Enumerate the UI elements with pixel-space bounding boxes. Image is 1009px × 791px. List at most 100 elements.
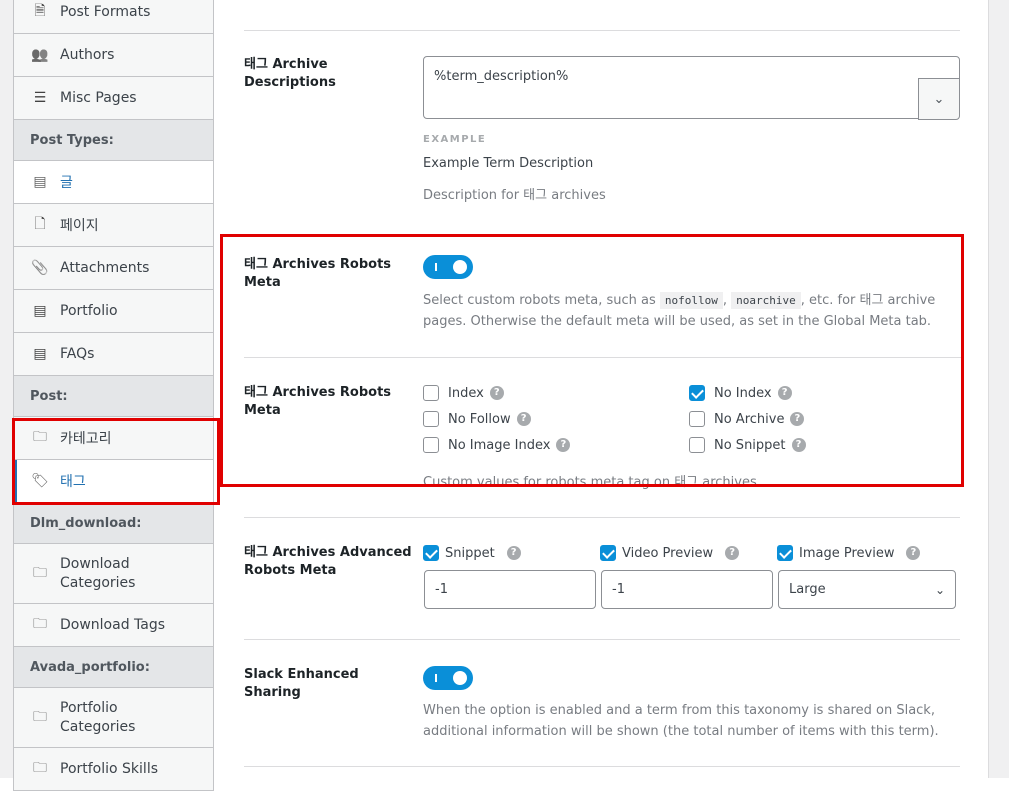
checkbox[interactable] <box>423 385 439 401</box>
image-preview-checkbox[interactable]: Image Preview? <box>777 545 921 561</box>
help-icon: ? <box>506 546 521 560</box>
advanced-label: 태그 Archives Advanced Robots Meta <box>244 545 412 578</box>
document-icon: ▤ <box>33 303 47 319</box>
help-icon[interactable]: ? <box>489 386 504 400</box>
help-icon[interactable]: ? <box>556 438 571 452</box>
robots-meta-label: 태그 Archives Robots Meta <box>244 385 392 418</box>
robots-option-checkbox[interactable]: No Snippet? <box>689 437 806 453</box>
sidebar-item-label: 태그 <box>60 474 86 490</box>
robots-option-checkbox[interactable]: No Archive? <box>689 411 805 427</box>
sidebar-item[interactable]: 🗋 페이지 <box>14 204 213 247</box>
example-heading: EXAMPLE <box>423 134 487 145</box>
section-label: Post Types: <box>30 132 114 148</box>
sidebar-section-header: Avada_portfolio: <box>14 647 213 688</box>
divider <box>244 30 960 31</box>
post-format-icon: 🗎 <box>34 3 46 19</box>
slack-help: When the option is enabled and a term fr… <box>423 703 939 739</box>
archive-desc-label: 태그 Archive Descriptions <box>244 57 336 90</box>
scrollbar[interactable] <box>988 0 1009 778</box>
archive-desc-input[interactable]: %term_description% ⌄ <box>423 56 960 120</box>
tag-icon: 🏷 <box>31 473 49 489</box>
sidebar-item[interactable]: ☰ Misc Pages <box>14 77 213 120</box>
folder-icon: 🗀 <box>33 760 47 776</box>
archive-desc-value: %term_description% <box>434 69 569 84</box>
sidebar-item-label: Portfolio <box>60 303 118 319</box>
slack-label: Slack Enhanced Sharing <box>244 667 359 700</box>
sidebar-item[interactable]: 🗀 Download Categories <box>14 544 213 604</box>
help-icon: ? <box>906 546 921 560</box>
image-preview-select[interactable]: Large ⌄ <box>778 570 956 609</box>
sidebar-section-header: Post Types: <box>14 120 213 161</box>
paperclip-icon: 📎 <box>31 260 49 276</box>
folder-icon: 🗀 <box>33 616 47 632</box>
sidebar-item[interactable]: 🗀 카테고리 <box>14 417 213 460</box>
sidebar-item[interactable]: ▤ Portfolio <box>14 290 213 333</box>
code-nofollow: nofollow <box>659 292 723 309</box>
robots-option-checkbox[interactable]: No Index? <box>689 385 792 401</box>
chevron-down-icon: ⌄ <box>934 582 945 597</box>
video-preview-checkbox[interactable]: Video Preview? <box>600 545 740 561</box>
sidebar-item-label: 글 <box>60 175 73 191</box>
divider <box>244 357 962 358</box>
sidebar-item-label: Download Tags <box>60 617 166 633</box>
code-noarchive: noarchive <box>731 292 801 309</box>
chevron-down-icon[interactable]: ⌄ <box>918 78 960 120</box>
sidebar-item-label: Portfolio Categories <box>60 699 136 735</box>
folder-icon: 🗀 <box>33 708 47 725</box>
checkbox[interactable] <box>689 411 705 427</box>
sidebar-item[interactable]: 🏷 태그 <box>14 460 213 503</box>
sidebar-item-label: Attachments <box>60 260 150 276</box>
folder-icon: 🗀 <box>33 429 47 445</box>
sidebar-section-header: Post: <box>14 376 213 417</box>
sidebar-item[interactable]: ▤ FAQs <box>14 333 213 376</box>
sidebar-item-label: Portfolio Skills <box>60 761 158 777</box>
example-text: Example Term Description <box>423 156 594 171</box>
robots-toggle-help: Select custom robots meta, such as nofol… <box>423 292 936 329</box>
sidebar-item-label: Authors <box>60 47 115 63</box>
robots-meta-help: Custom values for robots meta tag on 태그 … <box>423 475 761 490</box>
folder-icon: 🗀 <box>33 564 47 581</box>
checkbox[interactable] <box>423 437 439 453</box>
help-icon[interactable]: ? <box>777 386 792 400</box>
video-preview-input[interactable]: -1 <box>601 570 773 609</box>
sidebar-item-label: Misc Pages <box>60 90 137 106</box>
sidebar-item-label: 페이지 <box>60 218 99 234</box>
help-icon: ? <box>725 546 740 560</box>
snippet-input[interactable]: -1 <box>424 570 596 609</box>
sidebar-item-label: FAQs <box>60 346 95 362</box>
divider <box>244 639 960 640</box>
document-icon: ▤ <box>33 174 47 190</box>
robots-option-checkbox[interactable]: Index? <box>423 385 504 401</box>
section-label: Avada_portfolio: <box>30 659 150 675</box>
help-icon[interactable]: ? <box>791 438 806 452</box>
sidebar-item[interactable]: 📎 Attachments <box>14 247 213 290</box>
archive-desc-help: Description for 태그 archives <box>423 188 606 203</box>
document-icon: ▤ <box>33 346 47 362</box>
robots-option-checkbox[interactable]: No Follow? <box>423 411 531 427</box>
section-label: Post: <box>30 388 68 404</box>
slack-toggle[interactable] <box>423 666 473 690</box>
sidebar-item[interactable]: 🗎 Post Formats <box>14 0 213 34</box>
checkbox[interactable] <box>689 385 705 401</box>
sidebar-item-label: 카테고리 <box>60 431 112 447</box>
help-icon[interactable]: ? <box>516 412 531 426</box>
settings-panel: 태그 Archive Descriptions %term_descriptio… <box>222 0 988 778</box>
robots-option-checkbox[interactable]: No Image Index? <box>423 437 571 453</box>
sidebar-item-label: Post Formats <box>60 4 151 20</box>
sidebar-item[interactable]: 🗀 Portfolio Skills <box>14 748 213 791</box>
sidebar-item[interactable]: ▤ 글 <box>14 161 213 204</box>
robots-toggle-label: 태그 Archives Robots Meta <box>244 257 392 290</box>
sidebar-item-label: Download Categories <box>60 555 136 591</box>
users-icon: 👥 <box>31 47 49 63</box>
help-icon[interactable]: ? <box>790 412 805 426</box>
robots-meta-toggle[interactable] <box>423 255 473 279</box>
sidebar-item[interactable]: 👥 Authors <box>14 34 213 77</box>
list-circle-icon: ☰ <box>33 90 47 106</box>
left-gutter <box>0 0 14 778</box>
divider <box>244 517 960 518</box>
sidebar-item[interactable]: 🗀 Portfolio Categories <box>14 688 213 748</box>
checkbox[interactable] <box>423 411 439 427</box>
checkbox[interactable] <box>689 437 705 453</box>
sidebar-item[interactable]: 🗀 Download Tags <box>14 604 213 647</box>
snippet-checkbox[interactable]: Snippet? <box>423 545 521 561</box>
